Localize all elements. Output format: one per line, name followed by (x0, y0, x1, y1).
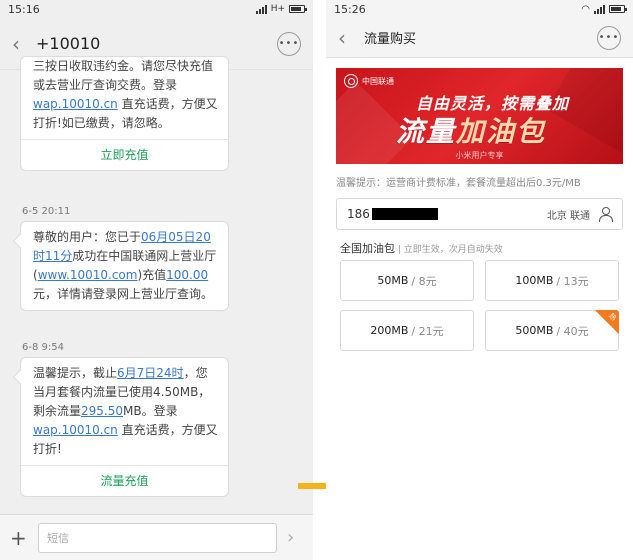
message-bubble: 尊敬的用户：您已于06月05日20时11分成功在中国联通网上营业厅(www.10… (12, 221, 229, 311)
page-title: 流量购买 (364, 32, 417, 47)
sms-screen: 15:16 H+ ‹ +10010 ••• 三按日收取违约金。请您尽快充值或去营… (0, 0, 313, 560)
unicom-icon (344, 74, 358, 88)
send-icon[interactable]: › (287, 527, 303, 548)
package-option-500mb[interactable]: 500MB/ 40元 热 (485, 310, 619, 351)
battery-icon (609, 5, 627, 13)
message-bubble: 三按日收取违约金。请您尽快充值或去营业厅查询交费。登录 wap.10010.cn… (20, 56, 229, 171)
package-option-100mb[interactable]: 100MB/ 13元 (485, 260, 619, 301)
carrier-label: 北京 联通 (546, 210, 590, 222)
status-bar: 15:16 H+ (0, 0, 313, 18)
back-arrow-icon[interactable]: ‹ (12, 32, 34, 56)
page-body: 中国联通 自由灵活，按需叠加 流量加油包 小米用户专享 温馨提示：运营商计费标准… (326, 58, 633, 560)
package-option-50mb[interactable]: 50MB/ 8元 (340, 260, 474, 301)
package-option-200mb[interactable]: 200MB/ 21元 (340, 310, 474, 351)
status-time: 15:16 (8, 2, 40, 16)
back-arrow-icon[interactable]: ‹ (338, 26, 360, 50)
more-options-button[interactable]: ••• (597, 25, 621, 50)
message-link[interactable]: wap.10010.cn (33, 423, 118, 437)
message-bubble: 温馨提示，截止6月7日24时，您当月套餐内流量已使用4.50MB，剩余流量295… (12, 357, 229, 497)
status-time: 15:26 (334, 2, 366, 16)
recharge-now-button[interactable]: 立即充值 (21, 139, 228, 170)
message-link[interactable]: 6月7日24时 (117, 366, 184, 380)
message-timestamp: 6-5 20:11 (22, 206, 71, 217)
conversation-title: +10010 (36, 34, 101, 53)
phone-number-field[interactable]: 186 北京 联通 (336, 198, 623, 230)
battery-icon (289, 5, 307, 13)
message-text: 三按日收取违约金。请您尽快充值或去营业厅查询交费。登录 wap.10010.cn… (33, 59, 218, 130)
signal-icon (255, 4, 267, 14)
signal-icon (594, 4, 605, 14)
banner-tag: 小米用户专享 (455, 151, 504, 160)
network-type: H+ (270, 4, 285, 14)
wifi-icon: ◠ (581, 3, 590, 15)
message-text: 尊敬的用户：您已于06月05日20时11分成功在中国联通网上营业厅(www.10… (33, 230, 217, 301)
message-text: 温馨提示，截止6月7日24时，您当月套餐内流量已使用4.50MB，剩余流量295… (33, 366, 218, 456)
redacted-number (371, 208, 438, 220)
message-link[interactable]: www.10010.com (38, 268, 138, 282)
billing-tip: 温馨提示：运营商计费标准，套餐流量超出后0.3元/MB (336, 178, 581, 189)
unicom-logo: 中国联通 (344, 74, 394, 88)
message-link[interactable]: wap.10010.cn (33, 97, 118, 111)
plus-icon[interactable]: + (10, 526, 28, 550)
sms-input[interactable]: 短信 (38, 522, 277, 553)
message-timestamp: 6-8 9:54 (22, 342, 64, 353)
message-link[interactable]: 295.50 (81, 404, 123, 418)
message-composer: + 短信 › (0, 514, 313, 560)
package-section-title: 全国加油包 | 立即生效，次月自动失效 (340, 242, 503, 255)
banner-big-title: 流量加油包 (396, 115, 547, 148)
data-recharge-button[interactable]: 流量充值 (21, 465, 228, 496)
page-header: ‹ 流量购买 ••• (326, 18, 633, 58)
status-bar: 15:26 ◠ (326, 0, 633, 18)
data-purchase-screen: 15:26 ◠ ‹ 流量购买 ••• 中国联通 自由灵活，按需叠加 流量加油包 … (326, 0, 633, 560)
more-options-button[interactable]: ••• (277, 31, 301, 56)
promo-banner[interactable]: 中国联通 自由灵活，按需叠加 流量加油包 小米用户专享 (336, 68, 623, 164)
message-link[interactable]: 100.00 (166, 268, 208, 282)
contact-icon[interactable] (598, 207, 613, 222)
